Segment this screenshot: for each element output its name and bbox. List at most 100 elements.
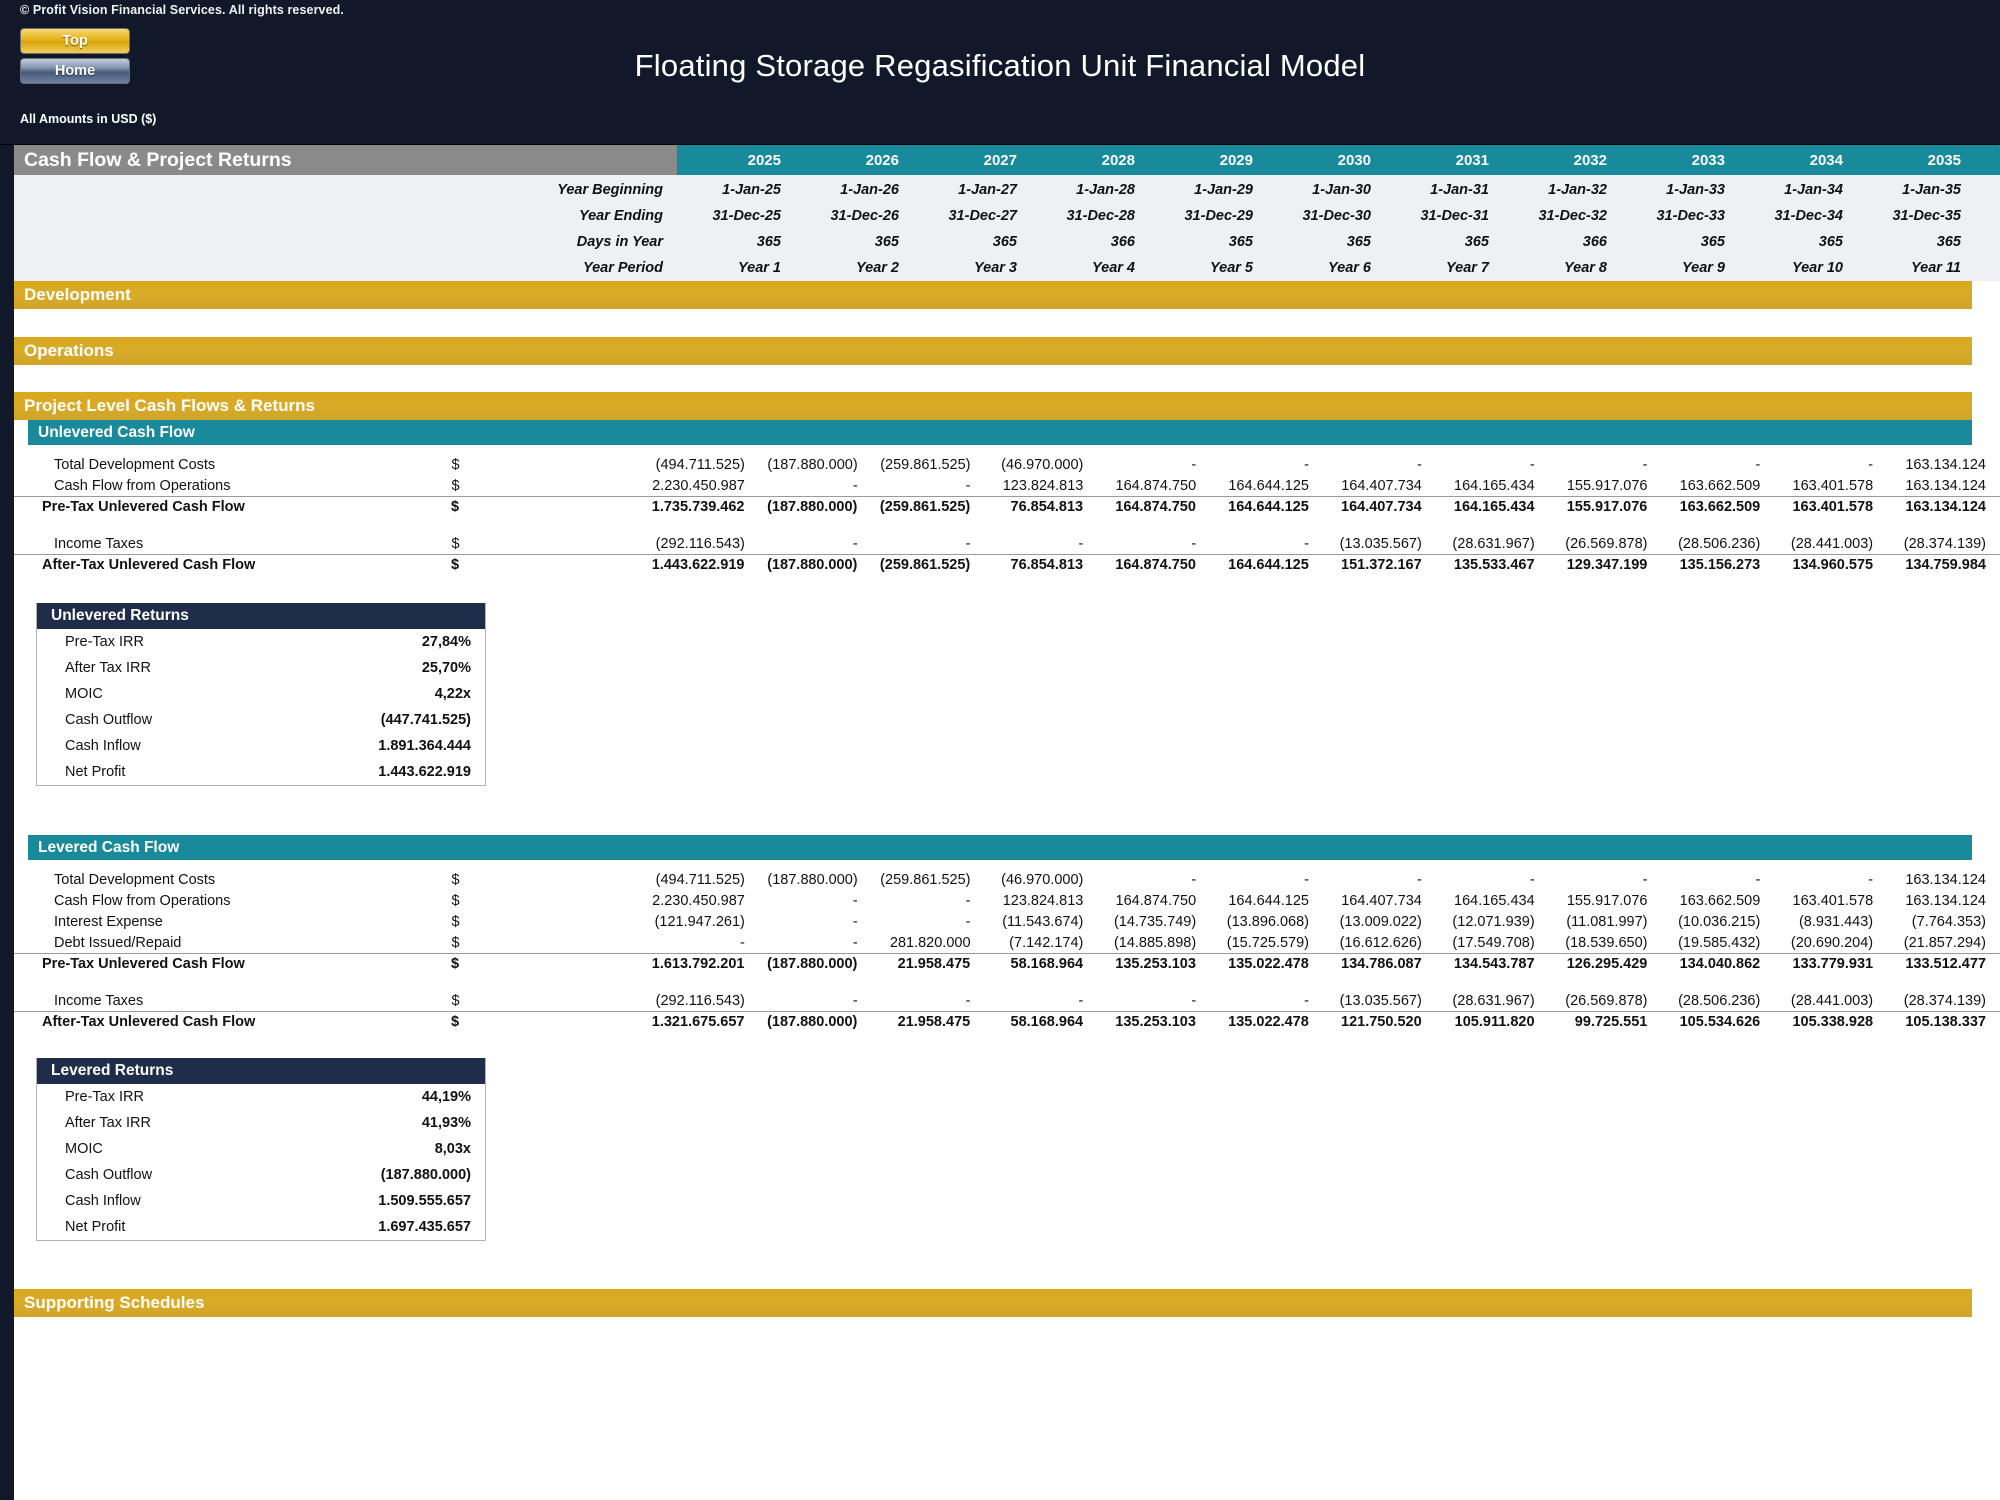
year-header-cell: 2031 [1385, 145, 1503, 175]
returns-value: 1.443.622.919 [378, 764, 471, 780]
row-unit: $ [451, 477, 460, 494]
year-header-cell: 2028 [1031, 145, 1149, 175]
returns-value: 44,19% [421, 1089, 471, 1105]
returns-value: (187.880.000) [380, 1167, 471, 1183]
section-project-level[interactable]: Project Level Cash Flows & Returns [14, 392, 1972, 420]
table-row: Income Taxes $ (292.116.543) - - - - - (13.035.5… [14, 533, 2000, 554]
value-cell: (187.880.000) [767, 871, 858, 888]
value-cell: 58.168.964 [1010, 1014, 1084, 1030]
row-unit: $ [451, 456, 460, 473]
row-unit: $ [451, 535, 460, 552]
value-cell: 155.917.076 [1566, 477, 1648, 494]
value-cell: 164.407.734 [1341, 892, 1422, 909]
worksheet: Cash Flow & Project Returns 2025 2026 2027… [14, 145, 2000, 1500]
period-row: Days in Year 365 365 365 366 365 365 365 366 365 3… [14, 229, 2000, 255]
unlevered-returns-rows: Pre-Tax IRR 27,84% After Tax IRR 25,70% MOIC… [37, 629, 485, 785]
value-cell: (187.880.000) [767, 1014, 858, 1030]
period-cell: 365 [874, 234, 899, 250]
value-cell: 164.874.750 [1115, 557, 1196, 573]
operations-body [14, 365, 2000, 392]
value-cell: 164.165.434 [1453, 499, 1535, 515]
value-cell: (187.880.000) [767, 557, 858, 573]
returns-value: 8,03x [434, 1141, 471, 1157]
value-cell: 123.824.813 [1002, 892, 1084, 909]
value-cell: 121.750.520 [1341, 1014, 1422, 1030]
value-cell: - [852, 535, 858, 552]
value-cell: 164.644.125 [1228, 499, 1309, 515]
period-cell: 1-Jan-25 [722, 182, 781, 198]
row-label: Debt Issued/Repaid [54, 934, 182, 951]
period-cell: 1-Jan-29 [1194, 182, 1253, 198]
value-cell: (187.880.000) [767, 499, 858, 515]
value-cell: 76.854.813 [1010, 557, 1084, 573]
returns-row: After Tax IRR 25,70% [37, 655, 485, 681]
returns-row: Cash Outflow (187.880.000) [37, 1162, 485, 1188]
table-row: Interest Expense $ (121.947.261) - - (11.543.… [14, 911, 2000, 932]
year-header-cell: 2033 [1621, 145, 1739, 175]
period-row: Year Ending 31-Dec-25 31-Dec-26 31-Dec-27 31… [14, 203, 2000, 229]
period-cell: 31-Dec-34 [1774, 208, 1843, 224]
value-cell: - [1642, 871, 1648, 888]
subsection-unlevered-cash-flow[interactable]: Unlevered Cash Flow [28, 420, 1972, 445]
value-cell: (46.970.000) [1001, 456, 1084, 473]
value-cell: 163.662.509 [1679, 477, 1761, 494]
period-cell: Year 2 [856, 260, 899, 276]
development-body [14, 309, 2000, 337]
returns-label: Net Profit [65, 1219, 126, 1235]
value-cell: (11.543.674) [1002, 913, 1084, 930]
value-cell: 135.253.103 [1115, 956, 1196, 972]
value-cell: 163.662.509 [1679, 892, 1761, 909]
value-cell: (15.725.579) [1226, 934, 1309, 951]
value-cell: - [1191, 992, 1197, 1009]
value-cell: (20.690.204) [1790, 934, 1874, 951]
returns-label: Cash Outflow [65, 712, 153, 728]
value-cell: (292.116.543) [655, 992, 745, 1009]
period-cell: 1-Jan-33 [1666, 182, 1725, 198]
value-cell-overflow: 163.134.124 [1905, 892, 1986, 909]
period-cell: 31-Dec-31 [1420, 208, 1489, 224]
value-cell-overflow: 163.134.124 [1905, 499, 1986, 515]
value-cell: (18.539.650) [1565, 934, 1648, 951]
row-spacer [14, 974, 2000, 990]
value-cell: - [1416, 456, 1422, 473]
value-cell: 1.443.622.919 [651, 557, 745, 573]
subsection-levered-cash-flow[interactable]: Levered Cash Flow [28, 835, 1972, 860]
value-cell: (259.861.525) [880, 456, 971, 473]
returns-label: After Tax IRR [65, 660, 151, 676]
value-cell: 133.779.931 [1792, 956, 1874, 972]
section-supporting-schedules[interactable]: Supporting Schedules [14, 1289, 1972, 1317]
row-unit: $ [451, 1014, 460, 1030]
value-cell-overflow: 105.138.337 [1905, 1014, 1986, 1030]
value-cell: 123.824.813 [1002, 477, 1084, 494]
returns-label: MOIC [65, 686, 103, 702]
value-cell: 2.230.450.987 [652, 477, 745, 494]
table-row: After-Tax Unlevered Cash Flow $1.443.622.… [14, 554, 2000, 575]
value-cell: 129.347.199 [1566, 557, 1648, 573]
row-label: Income Taxes [54, 535, 144, 552]
value-cell: 164.165.434 [1454, 892, 1535, 909]
returns-label: Net Profit [65, 764, 126, 780]
period-row: Year Period Year 1 Year 2 Year 3 Year 4 Year … [14, 255, 2000, 281]
table-row: Debt Issued/Repaid $ - - 281.820.000 (7.142.1… [14, 932, 2000, 953]
section-operations[interactable]: Operations [14, 337, 1972, 365]
value-cell: 164.874.750 [1115, 892, 1197, 909]
levered-returns-box: Levered Returns Pre-Tax IRR 44,19% After T… [36, 1058, 486, 1241]
returns-label: Cash Inflow [65, 738, 141, 754]
period-cell: 366 [1582, 234, 1607, 250]
section-development[interactable]: Development [14, 281, 1972, 309]
year-header-cell: 2026 [795, 145, 913, 175]
period-cell: 1-Jan-31 [1430, 182, 1489, 198]
value-cell: 135.533.467 [1453, 557, 1535, 573]
value-cell: 163.401.578 [1792, 892, 1874, 909]
value-cell: 134.543.787 [1453, 956, 1535, 972]
period-cell: Year 11 [1911, 260, 1961, 276]
value-cell: - [1529, 871, 1535, 888]
returns-value: 1.891.364.444 [378, 738, 471, 754]
period-cell: 31-Dec-25 [712, 208, 781, 224]
returns-value: (447.741.525) [380, 712, 471, 728]
returns-row: MOIC 4,22x [37, 681, 485, 707]
row-unit: $ [451, 956, 460, 972]
value-cell: 58.168.964 [1010, 956, 1084, 972]
unlevered-returns-header: Unlevered Returns [37, 603, 485, 629]
returns-row: Cash Inflow 1.891.364.444 [37, 733, 485, 759]
